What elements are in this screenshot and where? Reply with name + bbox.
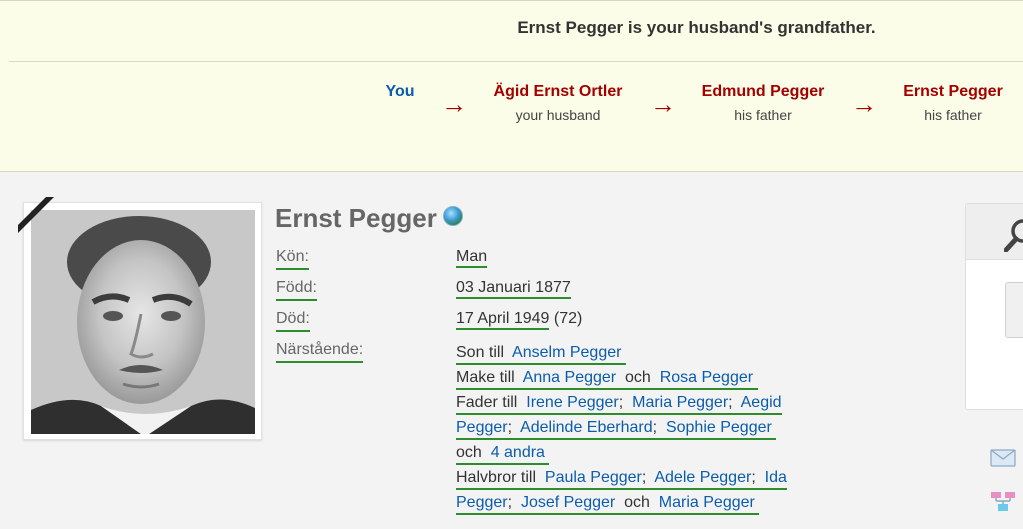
separator: ;	[618, 394, 624, 411]
relative-link-sibling[interactable]: Josef Pegger	[521, 494, 615, 511]
person-name: Ernst Pegger	[275, 203, 437, 233]
relationship-banner: Ernst Pegger is your husband's grandfath…	[0, 0, 1023, 172]
born-label[interactable]: Född:	[276, 278, 317, 301]
banner-divider	[9, 61, 1023, 62]
relative-link-sibling[interactable]: Paula Pegger	[545, 469, 642, 486]
relative-link-child[interactable]: Irene Pegger	[526, 394, 619, 411]
portrait-image	[31, 210, 255, 434]
gender-value: Man	[456, 247, 488, 268]
relative-link-wife[interactable]: Rosa Pegger	[660, 369, 753, 386]
arrow-right-icon: →	[441, 89, 467, 119]
father-of-line-more: och 4 andra	[456, 440, 846, 465]
relative-link-child[interactable]: Aegid	[741, 394, 782, 411]
chain-node-father-in-law[interactable]: Edmund Pegger his father	[693, 83, 833, 123]
half-brother-prefix: Halvbror till	[456, 469, 537, 486]
relative-link-child[interactable]: Adelinde Eberhard	[520, 419, 653, 436]
relationship-title: Ernst Pegger is your husband's grandfath…	[517, 18, 876, 37]
chain-role: his father	[924, 107, 982, 123]
envelope-icon[interactable]	[990, 447, 1016, 469]
gender-label[interactable]: Kön:	[276, 247, 309, 270]
relatives-label[interactable]: Närstående:	[276, 340, 364, 363]
search-panel	[965, 203, 1023, 410]
chain-role: your husband	[515, 107, 601, 123]
husband-of-line: Make till Anna Pegger och Rosa Pegger	[456, 365, 846, 390]
relative-link-child[interactable]: Pegger	[456, 419, 508, 436]
profile-photo[interactable]	[31, 210, 255, 434]
relative-link-child[interactable]: Sophie Pegger	[666, 419, 772, 436]
separator: ;	[751, 469, 756, 486]
father-of-prefix: Fader till	[456, 394, 518, 411]
mourning-ribbon	[18, 197, 58, 237]
relative-link-sibling[interactable]: Maria Pegger	[659, 494, 755, 511]
relative-link-wife[interactable]: Anna Pegger	[523, 369, 616, 386]
chain-node-grandfather[interactable]: Ernst Pegger his father	[895, 83, 1011, 123]
chain-node-you[interactable]: You	[370, 83, 430, 101]
born-value: 03 Januari 1877	[456, 278, 571, 299]
family-tree-icon[interactable]	[990, 491, 1016, 513]
chain-name[interactable]: Ägid Ernst Ortler	[482, 83, 634, 101]
arrow-right-icon: →	[851, 89, 877, 119]
conjunction: och	[624, 494, 650, 511]
conjunction: och	[625, 369, 651, 386]
died-age: (72)	[553, 310, 583, 327]
father-of-line-cont: Pegger; Adelinde Eberhard; Sophie Pegger	[456, 415, 846, 440]
chain-name[interactable]: You	[370, 83, 430, 101]
son-of-prefix: Son till	[456, 344, 505, 361]
globe-icon[interactable]	[442, 206, 463, 226]
arrow-right-icon: →	[650, 89, 676, 119]
chain-name[interactable]: Ernst Pegger	[895, 83, 1011, 101]
separator: ;	[652, 419, 658, 436]
half-brother-line-cont: Pegger; Josef Pegger och Maria Pegger	[456, 490, 846, 515]
relative-link-father[interactable]: Anselm Pegger	[512, 344, 621, 361]
gender-text: Man	[456, 248, 488, 268]
separator: ;	[641, 469, 647, 486]
search-input[interactable]	[1005, 282, 1023, 338]
conjunction: och	[456, 444, 482, 461]
chain-name[interactable]: Edmund Pegger	[693, 83, 833, 101]
relative-link-sibling[interactable]: Adele Pegger	[654, 469, 751, 486]
relative-link-sibling[interactable]: Ida	[765, 469, 787, 486]
relative-link-sibling[interactable]: Pegger	[456, 494, 508, 511]
died-label[interactable]: Död:	[276, 309, 310, 332]
chain-node-husband[interactable]: Ägid Ernst Ortler your husband	[482, 83, 634, 123]
separator: ;	[728, 394, 733, 411]
search-panel-header	[966, 204, 1023, 260]
father-of-line: Fader till Irene Pegger; Maria Pegger; A…	[456, 390, 846, 415]
died-value: 17 April 1949 (72)	[456, 309, 583, 330]
relatives-list: Son till Anselm Pegger Make till Anna Pe…	[456, 340, 846, 515]
died-date: 17 April 1949	[456, 310, 550, 330]
more-children-link[interactable]: 4 andra	[491, 444, 545, 461]
chain-role: his father	[734, 107, 792, 123]
born-date: 03 Januari 1877	[456, 279, 571, 299]
separator: ;	[507, 494, 513, 511]
profile-photo-frame[interactable]	[18, 197, 262, 440]
person-name-heading: Ernst Pegger	[275, 203, 463, 234]
search-icon[interactable]	[1004, 218, 1023, 252]
separator: ;	[507, 419, 513, 436]
son-of-line: Son till Anselm Pegger	[456, 340, 846, 365]
husband-of-prefix: Make till	[456, 369, 515, 386]
relative-link-child[interactable]: Maria Pegger	[632, 394, 728, 411]
half-brother-line: Halvbror till Paula Pegger; Adele Pegger…	[456, 465, 846, 490]
